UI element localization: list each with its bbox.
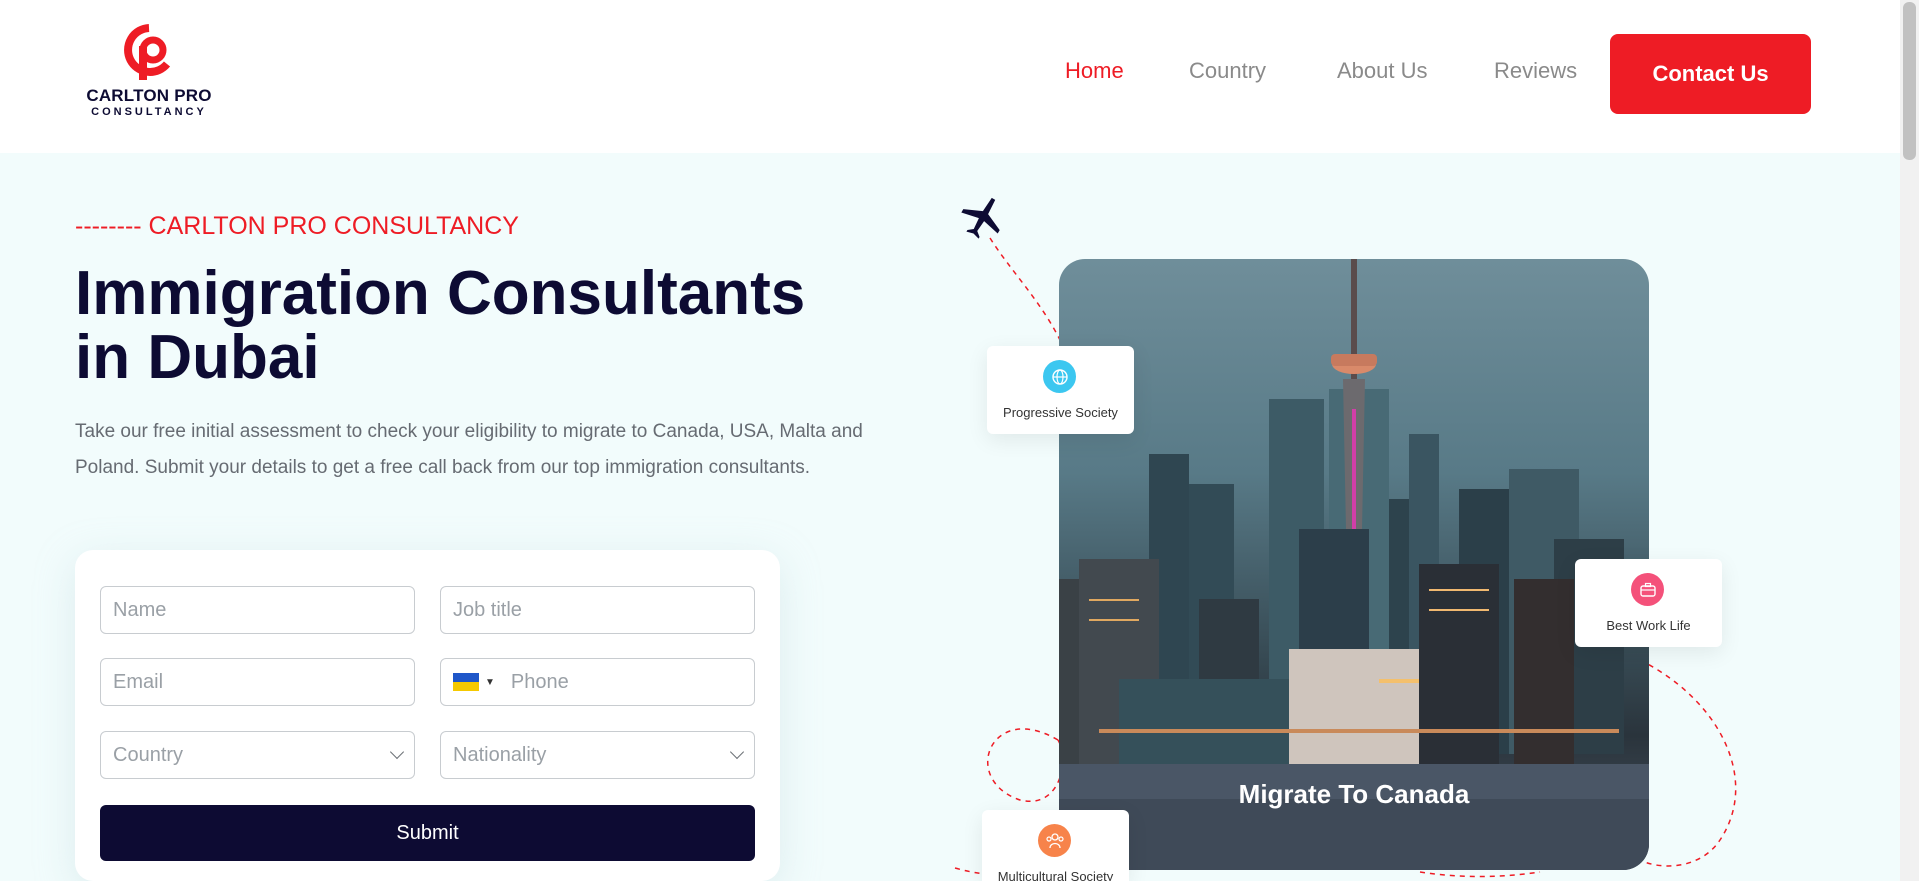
nav-about-us[interactable]: About Us xyxy=(1337,58,1428,84)
name-input[interactable] xyxy=(100,586,415,634)
badge-label: Multicultural Society xyxy=(997,869,1114,881)
nationality-select-value: Nationality xyxy=(453,743,547,766)
vertical-scrollbar[interactable] xyxy=(1900,0,1919,881)
logo-text-primary: CARLTON PRO xyxy=(86,86,212,105)
people-icon xyxy=(1038,824,1071,857)
best-work-life-badge: Best Work Life xyxy=(1575,559,1722,647)
country-select-value: Country xyxy=(113,743,184,766)
badge-label: Best Work Life xyxy=(1606,618,1691,633)
submit-button[interactable]: Submit xyxy=(100,805,755,861)
phone-placeholder: Phone xyxy=(510,670,569,693)
globe-icon xyxy=(1043,360,1076,393)
assessment-form: ▼ Phone Country Nationality Submit xyxy=(75,550,780,881)
site-header: CARLTON PRO CONSULTANCY Home Country Abo… xyxy=(0,0,1900,153)
multicultural-society-badge: Multicultural Society xyxy=(982,810,1129,881)
chevron-down-icon xyxy=(729,744,745,760)
country-select[interactable]: Country xyxy=(100,731,415,779)
country-code-dropdown-icon[interactable]: ▼ xyxy=(485,677,495,688)
phone-field[interactable]: ▼ Phone xyxy=(440,658,755,706)
nationality-select[interactable]: Nationality xyxy=(440,731,755,779)
hero-description: Take our free initial assessment to chec… xyxy=(75,421,863,478)
airplane-icon xyxy=(961,197,1000,239)
hero-eyebrow: -------- CARLTON PRO CONSULTANCY xyxy=(75,212,519,240)
nav-home[interactable]: Home xyxy=(1065,58,1124,84)
canada-feature-card[interactable]: Migrate To Canada xyxy=(1059,259,1649,870)
scrollbar-thumb[interactable] xyxy=(1903,2,1916,160)
job-title-input[interactable] xyxy=(440,586,755,634)
logo-mark-icon xyxy=(124,24,171,80)
nav-country[interactable]: Country xyxy=(1189,58,1266,84)
canada-card-caption: Migrate To Canada xyxy=(1238,779,1470,809)
headline-line-2: in Dubai xyxy=(75,323,320,392)
email-input[interactable] xyxy=(100,658,415,706)
logo[interactable]: CARLTON PRO CONSULTANCY xyxy=(84,24,224,124)
contact-us-button[interactable]: Contact Us xyxy=(1610,34,1811,114)
chevron-down-icon xyxy=(389,744,405,760)
ukraine-flag-icon[interactable] xyxy=(453,673,479,691)
nav-reviews[interactable]: Reviews xyxy=(1494,58,1577,84)
headline-line-1: Immigration Consultants xyxy=(75,259,806,328)
logo-text-secondary: CONSULTANCY xyxy=(91,106,207,118)
hero-headline: Immigration Consultants in Dubai xyxy=(75,262,875,390)
badge-label: Progressive Society xyxy=(1003,405,1118,420)
briefcase-icon xyxy=(1631,573,1664,606)
progressive-society-badge: Progressive Society xyxy=(987,346,1134,434)
